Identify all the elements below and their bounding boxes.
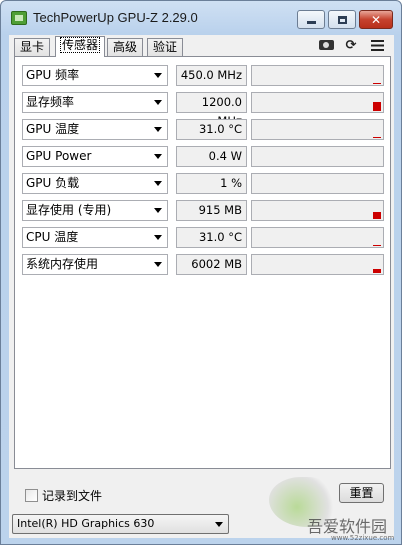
sensor-select[interactable]: GPU 频率 <box>22 65 168 86</box>
sensor-graph <box>251 254 384 275</box>
refresh-icon[interactable]: ⟳ <box>343 38 359 53</box>
sensor-value: 915 MB <box>176 200 247 221</box>
sensor-select[interactable]: GPU Power <box>22 146 168 167</box>
sensor-value: 1200.0 MHz <box>176 92 247 128</box>
dropdown-arrow-icon <box>215 522 223 527</box>
close-icon: ✕ <box>370 12 382 27</box>
sensor-graph <box>251 200 384 221</box>
sensors-panel: GPU 频率 450.0 MHz 显存频率 1200.0 MHz GPU 温度 <box>14 56 391 469</box>
graph-bar <box>373 83 381 84</box>
graph-bar <box>373 212 381 219</box>
dropdown-arrow-icon <box>154 154 162 159</box>
dropdown-arrow-icon <box>154 235 162 240</box>
sensor-row-memory-clock: 显存频率 1200.0 MHz <box>22 92 384 128</box>
sensor-graph <box>251 92 384 113</box>
tab-sensors[interactable]: 传感器 <box>55 36 106 57</box>
sensor-name: 显存使用 (专用) <box>26 203 112 217</box>
sensor-value: 0.4 W <box>176 146 247 167</box>
dropdown-arrow-icon <box>154 73 162 78</box>
graph-bar <box>373 137 381 138</box>
sensor-select[interactable]: GPU 负载 <box>22 173 168 194</box>
tab-label: 传感器 <box>59 37 101 53</box>
dropdown-arrow-icon <box>154 181 162 186</box>
graph-bar <box>373 245 381 246</box>
sensor-select[interactable]: CPU 温度 <box>22 227 168 248</box>
sensor-row-gpu-load: GPU 负载 1 % <box>22 173 384 195</box>
sensor-row-system-memory: 系统内存使用 6002 MB <box>22 254 384 276</box>
sensor-name: GPU 频率 <box>26 68 80 82</box>
sensor-name: 显存频率 <box>26 95 75 109</box>
sensor-value: 6002 MB <box>176 254 247 275</box>
sensor-row-gpu-power: GPU Power 0.4 W <box>22 146 384 168</box>
sensor-value: 1 % <box>176 173 247 194</box>
sensor-value: 450.0 MHz <box>176 65 247 86</box>
gpuz-app-icon <box>11 11 27 25</box>
reset-button[interactable]: 重置 <box>339 483 384 503</box>
log-to-file-checkbox[interactable]: 记录到文件 <box>25 487 102 504</box>
sensor-graph <box>251 146 384 167</box>
tab-validation[interactable]: 验证 <box>147 38 184 56</box>
menu-icon[interactable] <box>369 38 385 52</box>
tab-label: 显卡 <box>20 40 45 54</box>
log-to-file-label: 记录到文件 <box>42 489 103 503</box>
sensor-row-gpu-clock: GPU 频率 450.0 MHz <box>22 65 384 87</box>
sensor-row-cpu-temperature: CPU 温度 31.0 °C <box>22 227 384 249</box>
gpu-select[interactable]: Intel(R) HD Graphics 630 <box>12 514 229 534</box>
maximize-icon <box>337 15 347 24</box>
sensor-select[interactable]: 系统内存使用 <box>22 254 168 275</box>
sensor-row-gpu-temperature: GPU 温度 31.0 °C <box>22 119 384 141</box>
camera-icon[interactable] <box>318 38 334 52</box>
window-title: TechPowerUp GPU-Z 2.29.0 <box>33 10 198 25</box>
title-bar[interactable]: TechPowerUp GPU-Z 2.29.0 ✕ <box>1 1 401 37</box>
sensor-name: GPU 温度 <box>26 122 80 136</box>
sensor-select[interactable]: 显存频率 <box>22 92 168 113</box>
sensor-row-dedicated-memory: 显存使用 (专用) 915 MB <box>22 200 384 222</box>
gpu-select-value: Intel(R) HD Graphics 630 <box>17 517 155 530</box>
dropdown-arrow-icon <box>154 100 162 105</box>
graph-bar <box>373 102 381 111</box>
sensor-name: CPU 温度 <box>26 230 79 244</box>
tab-graphics-card[interactable]: 显卡 <box>14 38 51 56</box>
sensor-graph <box>251 173 384 194</box>
sensor-value: 31.0 °C <box>176 119 247 140</box>
sensor-graph <box>251 227 384 248</box>
dropdown-arrow-icon <box>154 208 162 213</box>
minimize-icon <box>306 21 316 24</box>
tab-advanced[interactable]: 高级 <box>107 38 144 56</box>
sensor-value: 31.0 °C <box>176 227 247 248</box>
sensor-graph <box>251 119 384 140</box>
gpuz-window: TechPowerUp GPU-Z 2.29.0 ✕ 显卡 传感器 高级 验证 … <box>0 0 402 545</box>
minimize-button[interactable] <box>297 10 325 29</box>
dropdown-arrow-icon <box>154 262 162 267</box>
sensor-name: GPU Power <box>26 149 92 163</box>
sensor-select[interactable]: GPU 温度 <box>22 119 168 140</box>
tab-label: 验证 <box>153 40 178 54</box>
checkbox-box[interactable] <box>25 489 38 502</box>
dropdown-arrow-icon <box>154 127 162 132</box>
tab-label: 高级 <box>113 40 138 54</box>
sensor-name: 系统内存使用 <box>26 257 99 271</box>
graph-bar <box>373 269 381 273</box>
maximize-button[interactable] <box>328 10 356 29</box>
close-button[interactable]: ✕ <box>359 10 393 29</box>
sensor-graph <box>251 65 384 86</box>
client-area: 显卡 传感器 高级 验证 ⟳ GPU 频率 450.0 MHz 显存频率 120… <box>9 35 394 538</box>
sensor-name: GPU 负载 <box>26 176 80 190</box>
sensor-select[interactable]: 显存使用 (专用) <box>22 200 168 221</box>
